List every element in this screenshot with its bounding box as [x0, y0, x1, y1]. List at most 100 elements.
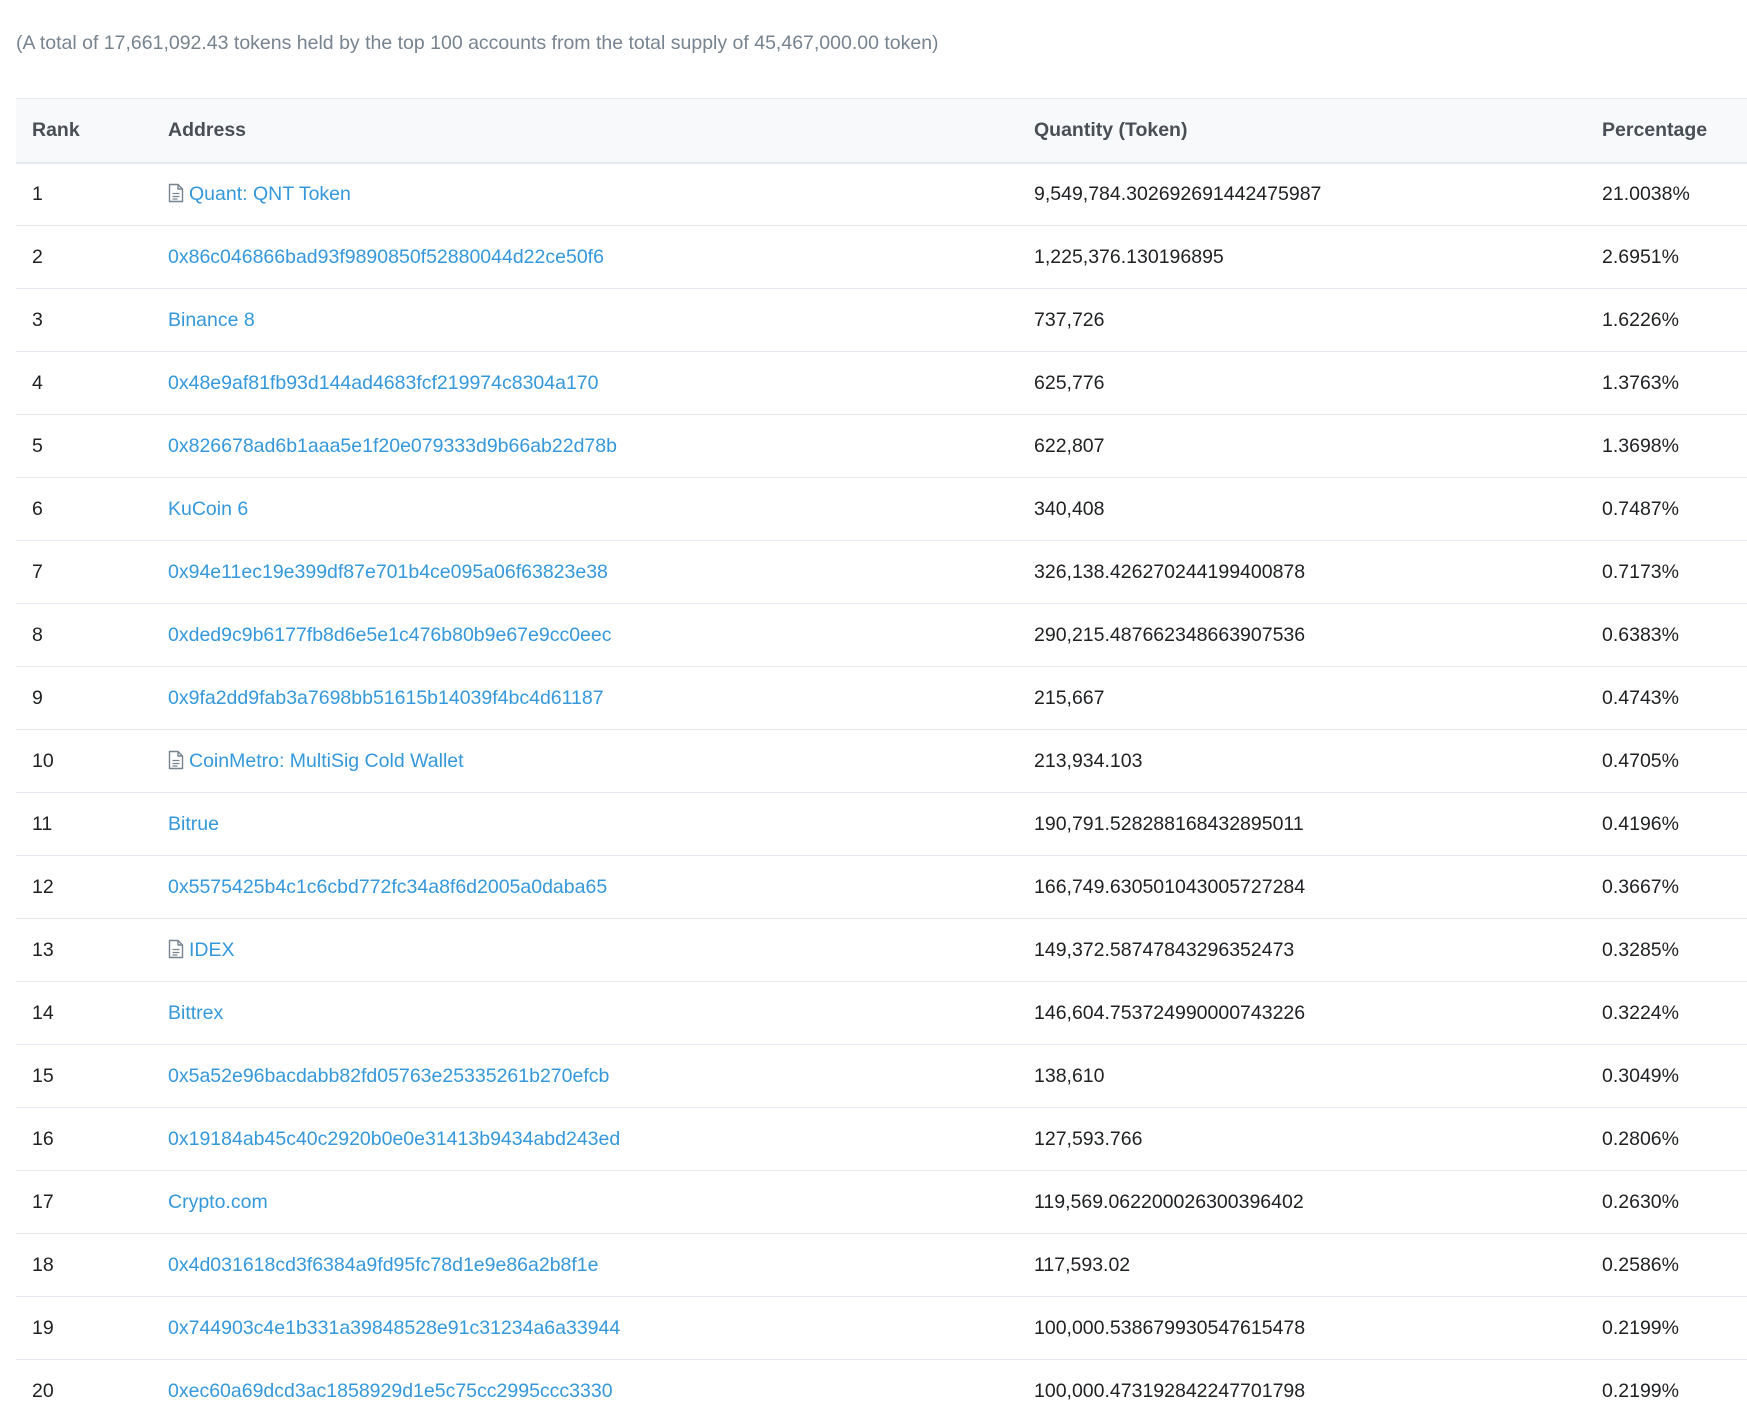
- quantity-cell: 190,791.528288168432895011: [1018, 792, 1586, 856]
- quantity-cell: 340,408: [1018, 477, 1586, 541]
- address-cell: 0x5575425b4c1c6cbd772fc34a8f6d2005a0daba…: [152, 855, 1018, 919]
- address-cell: 0xec60a69dcd3ac1858929d1e5c75cc2995ccc33…: [152, 1360, 1018, 1423]
- percentage-cell: 0.7173%: [1586, 540, 1747, 604]
- rank-cell: 3: [16, 288, 152, 352]
- address-cell: 0x48e9af81fb93d144ad4683fcf219974c8304a1…: [152, 351, 1018, 415]
- table-row: 5 0x826678ad6b1aaa5e1f20e079333d9b66ab22…: [16, 414, 1747, 478]
- address-link[interactable]: 0x48e9af81fb93d144ad4683fcf219974c8304a1…: [168, 372, 599, 394]
- holders-summary: (A total of 17,661,092.43 tokens held by…: [16, 32, 939, 54]
- percentage-cell: 1.3763%: [1586, 351, 1747, 415]
- table-row: 3 Binance 8 737,726 1.6226%: [16, 288, 1747, 352]
- address-cell: Crypto.com: [152, 1170, 1018, 1234]
- rank-cell: 10: [16, 729, 152, 793]
- quantity-cell: 119,569.062200026300396402: [1018, 1170, 1586, 1234]
- table-header: Rank Address Quantity (Token) Percentage: [16, 98, 1747, 164]
- address-link[interactable]: 0xec60a69dcd3ac1858929d1e5c75cc2995ccc33…: [168, 1380, 613, 1402]
- address-cell: 0x4d031618cd3f6384a9fd95fc78d1e9e86a2b8f…: [152, 1233, 1018, 1297]
- table-row: 1 Quant: QNT Token 9,549,784.30269269144…: [16, 162, 1747, 226]
- address-cell: 0x5a52e96bacdabb82fd05763e25335261b270ef…: [152, 1044, 1018, 1108]
- percentage-cell: 0.2586%: [1586, 1233, 1747, 1297]
- quantity-cell: 146,604.753724990000743226: [1018, 981, 1586, 1045]
- table-row: 4 0x48e9af81fb93d144ad4683fcf219974c8304…: [16, 351, 1747, 415]
- table-row: 20 0xec60a69dcd3ac1858929d1e5c75cc2995cc…: [16, 1360, 1747, 1423]
- address-link[interactable]: KuCoin 6: [168, 498, 248, 520]
- address-link[interactable]: Binance 8: [168, 309, 255, 331]
- quantity-cell: 117,593.02: [1018, 1233, 1586, 1297]
- token-holders-table: Rank Address Quantity (Token) Percentage…: [16, 98, 1747, 1423]
- address-cell: Binance 8: [152, 288, 1018, 352]
- rank-cell: 16: [16, 1107, 152, 1171]
- percentage-cell: 21.0038%: [1586, 162, 1747, 226]
- table-row: 6 KuCoin 6 340,408 0.7487%: [16, 477, 1747, 541]
- quantity-column-header: Quantity (Token): [1018, 98, 1586, 164]
- rank-cell: 19: [16, 1296, 152, 1360]
- address-cell: 0x9fa2dd9fab3a7698bb51615b14039f4bc4d611…: [152, 666, 1018, 730]
- contract-file-icon: [168, 183, 184, 203]
- table-body: 1 Quant: QNT Token 9,549,784.30269269144…: [16, 162, 1747, 1423]
- address-cell: 0x826678ad6b1aaa5e1f20e079333d9b66ab22d7…: [152, 414, 1018, 478]
- address-link[interactable]: Bittrex: [168, 1002, 223, 1024]
- table-row: 18 0x4d031618cd3f6384a9fd95fc78d1e9e86a2…: [16, 1233, 1747, 1297]
- table-row: 14 Bittrex 146,604.753724990000743226 0.…: [16, 981, 1747, 1045]
- address-cell: Bittrex: [152, 981, 1018, 1045]
- quantity-cell: 9,549,784.302692691442475987: [1018, 162, 1586, 226]
- percentage-cell: 0.4705%: [1586, 729, 1747, 793]
- address-link[interactable]: 0x94e11ec19e399df87e701b4ce095a06f63823e…: [168, 561, 608, 583]
- address-link[interactable]: Quant: QNT Token: [189, 183, 351, 205]
- rank-column-header: Rank: [16, 98, 152, 164]
- rank-cell: 18: [16, 1233, 152, 1297]
- address-link[interactable]: 0x4d031618cd3f6384a9fd95fc78d1e9e86a2b8f…: [168, 1254, 599, 1276]
- rank-cell: 12: [16, 855, 152, 919]
- quantity-cell: 166,749.630501043005727284: [1018, 855, 1586, 919]
- address-link[interactable]: 0x744903c4e1b331a39848528e91c31234a6a339…: [168, 1317, 620, 1339]
- address-link[interactable]: CoinMetro: MultiSig Cold Wallet: [189, 750, 464, 772]
- address-link[interactable]: 0x86c046866bad93f9890850f52880044d22ce50…: [168, 246, 604, 268]
- address-link[interactable]: 0x5575425b4c1c6cbd772fc34a8f6d2005a0daba…: [168, 876, 607, 898]
- address-link[interactable]: 0x9fa2dd9fab3a7698bb51615b14039f4bc4d611…: [168, 687, 604, 709]
- address-link[interactable]: 0x5a52e96bacdabb82fd05763e25335261b270ef…: [168, 1065, 609, 1087]
- rank-cell: 4: [16, 351, 152, 415]
- percentage-cell: 1.6226%: [1586, 288, 1747, 352]
- table-row: 11 Bitrue 190,791.528288168432895011 0.4…: [16, 792, 1747, 856]
- rank-cell: 15: [16, 1044, 152, 1108]
- percentage-cell: 0.2199%: [1586, 1296, 1747, 1360]
- address-link[interactable]: Crypto.com: [168, 1191, 268, 1213]
- address-cell: 0x744903c4e1b331a39848528e91c31234a6a339…: [152, 1296, 1018, 1360]
- rank-cell: 2: [16, 225, 152, 289]
- quantity-cell: 737,726: [1018, 288, 1586, 352]
- address-cell: CoinMetro: MultiSig Cold Wallet: [152, 729, 1018, 793]
- rank-cell: 14: [16, 981, 152, 1045]
- table-row: 2 0x86c046866bad93f9890850f52880044d22ce…: [16, 225, 1747, 289]
- address-cell: 0x19184ab45c40c2920b0e0e31413b9434abd243…: [152, 1107, 1018, 1171]
- table-row: 10 CoinMetro: MultiSig Cold Wallet 213,9…: [16, 729, 1747, 793]
- address-link[interactable]: IDEX: [189, 939, 235, 961]
- address-link[interactable]: 0x19184ab45c40c2920b0e0e31413b9434abd243…: [168, 1128, 620, 1150]
- table-row: 9 0x9fa2dd9fab3a7698bb51615b14039f4bc4d6…: [16, 666, 1747, 730]
- table-header-row: Rank Address Quantity (Token) Percentage: [16, 98, 1747, 164]
- rank-cell: 7: [16, 540, 152, 604]
- address-link[interactable]: 0xded9c9b6177fb8d6e5e1c476b80b9e67e9cc0e…: [168, 624, 612, 646]
- quantity-cell: 625,776: [1018, 351, 1586, 415]
- percentage-cell: 0.6383%: [1586, 603, 1747, 667]
- table-row: 15 0x5a52e96bacdabb82fd05763e25335261b27…: [16, 1044, 1747, 1108]
- quantity-cell: 100,000.473192842247701798: [1034, 1379, 1306, 1402]
- table-row: 13 IDEX 149,372.58747843296352473 0.3285…: [16, 918, 1747, 982]
- table-row: 17 Crypto.com 119,569.062200026300396402…: [16, 1170, 1747, 1234]
- quantity-cell: 100,000.538679930547615478: [1018, 1296, 1586, 1360]
- address-link[interactable]: 0x826678ad6b1aaa5e1f20e079333d9b66ab22d7…: [168, 435, 617, 457]
- rank-cell: 6: [16, 477, 152, 541]
- quantity-cell: 215,667: [1018, 666, 1586, 730]
- quantity-cell: 622,807: [1018, 414, 1586, 478]
- quantity-cell: 290,215.487662348663907536: [1018, 603, 1586, 667]
- rank-cell: 17: [16, 1170, 152, 1234]
- rank-cell: 8: [16, 603, 152, 667]
- address-cell: Bitrue: [152, 792, 1018, 856]
- percentage-cell: 0.3285%: [1586, 918, 1747, 982]
- address-cell: IDEX: [152, 918, 1018, 982]
- address-cell: 0x86c046866bad93f9890850f52880044d22ce50…: [152, 225, 1018, 289]
- quantity-cell: 213,934.103: [1018, 729, 1586, 793]
- percentage-cell: 0.2199%: [1602, 1379, 1679, 1402]
- address-link[interactable]: Bitrue: [168, 813, 219, 835]
- percentage-cell: 0.2630%: [1586, 1170, 1747, 1234]
- percentage-cell: 2.6951%: [1586, 225, 1747, 289]
